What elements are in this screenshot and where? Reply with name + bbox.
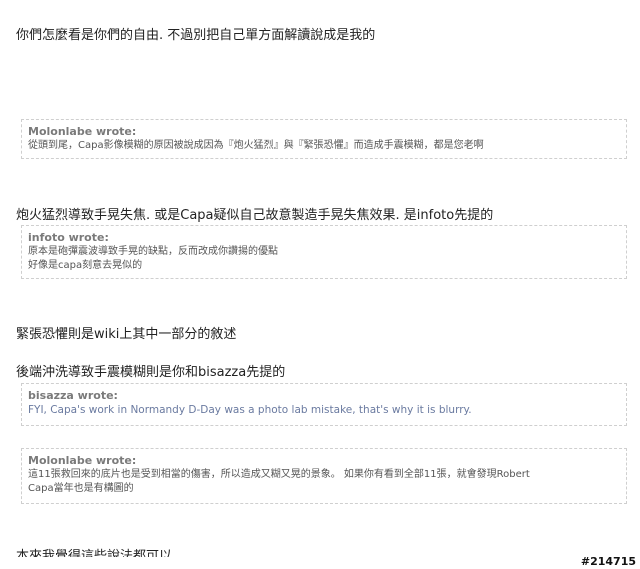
quote-block-molonlabe-2: Molonlabe wrote: 這11張救回來的底片也是受到相當的傷害，所以造… <box>21 448 627 504</box>
quote-author: Molonlabe wrote: <box>28 454 137 467</box>
post-paragraph-3: 緊張恐懼則是wiki上其中一部分的敘述 <box>16 327 237 342</box>
quote-line: 從頭到尾，Capa影像模糊的原因被說成因為『炮火猛烈』與『緊張恐懼』而造成手震模… <box>28 140 484 151</box>
quote-author: infoto wrote: <box>28 231 109 244</box>
quote-line: 原本是砲彈震波導致手晃的缺點，反而改成你讚揚的優點 <box>28 246 278 257</box>
quote-line: Capa當年也是有構圖的 <box>28 483 134 494</box>
post-paragraph-5-cut: 本來我覺得這些說法都可以 <box>16 549 173 557</box>
quote-line: 好像是capa刻意去晃似的 <box>28 260 143 271</box>
post-paragraph-2: 炮火猛烈導致手晃失焦. 或是Capa疑似自己故意製造手晃失焦效果. 是infot… <box>16 208 494 223</box>
quote-block-infoto: infoto wrote: 原本是砲彈震波導致手晃的缺點，反而改成你讚揚的優點 … <box>21 225 627 279</box>
post-paragraph-4: 後端沖洗導致手震模糊則是你和bisazza先提的 <box>16 365 286 380</box>
quote-author: bisazza wrote: <box>28 389 118 402</box>
image-id-watermark: #214715 <box>578 555 638 568</box>
quote-line: 這11張救回來的底片也是受到相當的傷害，所以造成又糊又晃的景象。 如果你有看到全… <box>28 469 530 480</box>
quote-block-bisazza: bisazza wrote: FYI, Capa's work in Norma… <box>21 383 627 426</box>
quote-block-molonlabe-1: Molonlabe wrote: 從頭到尾，Capa影像模糊的原因被說成因為『炮… <box>21 119 627 159</box>
quote-author: Molonlabe wrote: <box>28 125 137 138</box>
quote-line: FYI, Capa's work in Normandy D-Day was a… <box>28 404 472 416</box>
post-paragraph-1: 你們怎麼看是你們的自由. 不過別把自己單方面解讀說成是我的 <box>16 28 376 43</box>
